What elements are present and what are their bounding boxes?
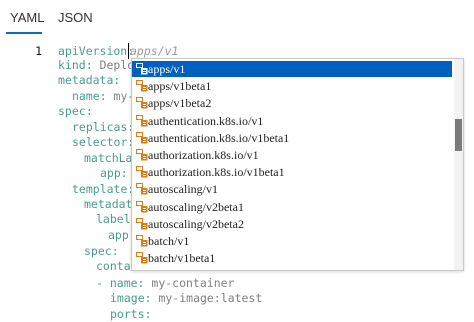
enum-member-icon	[136, 183, 148, 195]
format-tabs: YAML JSON	[0, 0, 474, 34]
code-line: spec:	[58, 104, 93, 118]
yaml-key: selector:	[72, 135, 135, 149]
suggestion-label: autoscaling/v2beta2	[148, 216, 244, 231]
enum-member-icon	[136, 235, 148, 247]
suggestion-item[interactable]: batch/v1beta1	[132, 250, 452, 266]
code-line: spec:	[84, 244, 119, 258]
yaml-key: apiVersion:	[58, 44, 135, 58]
yaml-key: kind:	[58, 58, 93, 72]
inline-suggestion-text: apps/v1	[130, 44, 179, 58]
suggestion-label: batch/v1	[148, 234, 190, 248]
yaml-key: name:	[72, 89, 107, 103]
code-editor[interactable]: 1 apiVersion: kind: Deploy metadata: name: …	[0, 34, 474, 322]
suggestion-item[interactable]: authorization.k8s.io/v1beta1	[132, 164, 452, 180]
suggestion-item[interactable]: autoscaling/v2beta1	[132, 199, 452, 215]
enum-member-icon	[136, 217, 148, 230]
tab-yaml[interactable]: YAML	[10, 10, 44, 25]
enum-member-icon	[136, 200, 148, 213]
yaml-key: image:	[110, 291, 152, 305]
suggestion-label: apps/v1beta2	[148, 96, 212, 111]
suggestion-label: authentication.k8s.io/v1beta1	[148, 130, 290, 145]
suggestion-item[interactable]: apps/v1	[132, 61, 452, 77]
suggestion-label: batch/v1beta1	[148, 251, 216, 266]
suggestion-item[interactable]: batch/v1	[132, 233, 452, 249]
code-line: metadata:	[58, 73, 120, 87]
suggestion-label: apps/v1	[148, 62, 186, 76]
suggestion-label: authorization.k8s.io/v1beta1	[148, 165, 285, 180]
suggestion-item[interactable]: authentication.k8s.io/v1beta1	[132, 130, 452, 146]
suggestion-item[interactable]: authorization.k8s.io/v1	[132, 147, 452, 163]
text-cursor	[128, 43, 129, 59]
enum-member-icon	[136, 97, 148, 109]
enum-member-icon	[136, 166, 148, 178]
yaml-value: my-container	[144, 276, 235, 290]
code-line: - name: my-container	[96, 276, 234, 290]
code-line: kind: Deploy	[58, 58, 141, 72]
code-line: ports:	[110, 307, 152, 321]
code-line: apiVersion:	[58, 44, 134, 58]
suggestion-label: authentication.k8s.io/v1	[148, 113, 264, 128]
yaml-key: metadata:	[58, 73, 121, 87]
yaml-key: replicas:	[72, 120, 135, 134]
yaml-key: spec:	[58, 104, 93, 118]
enum-member-icon	[136, 63, 148, 75]
suggestion-label: authorization.k8s.io/v1	[148, 148, 259, 162]
suggestion-label: autoscaling/v1	[148, 182, 218, 197]
code-line: template:	[72, 182, 134, 196]
yaml-key: template:	[72, 182, 135, 196]
suggestion-item[interactable]: apps/v1beta1	[132, 78, 452, 94]
enum-member-icon	[136, 252, 148, 264]
code-line: replicas:	[72, 120, 134, 134]
yaml-key: - name:	[96, 276, 145, 290]
suggestion-item[interactable]: autoscaling/v2beta2	[132, 216, 452, 232]
scrollbar-thumb[interactable]	[455, 119, 462, 151]
code-line: image: my-image:latest	[110, 291, 262, 305]
enum-member-icon	[136, 149, 148, 161]
code-line: selector:	[72, 135, 134, 149]
enum-member-icon	[136, 80, 148, 92]
line-number: 1	[35, 44, 42, 58]
suggestion-item[interactable]: authentication.k8s.io/v1	[132, 113, 452, 129]
enum-member-icon	[136, 131, 148, 144]
suggestion-item[interactable]: autoscaling/v1	[132, 181, 452, 197]
suggestion-widget[interactable]: apps/v1 apps/v1beta1 apps/v1beta2 authentic…	[131, 58, 464, 271]
enum-member-icon	[136, 114, 148, 127]
suggestion-item[interactable]: apps/v1beta2	[132, 95, 452, 111]
tab-json[interactable]: JSON	[58, 10, 93, 25]
suggestion-scrollbar[interactable]	[454, 59, 463, 270]
suggestion-label: autoscaling/v2beta1	[148, 199, 244, 214]
suggestion-label: apps/v1beta1	[148, 79, 212, 94]
yaml-key: spec:	[84, 244, 119, 258]
yaml-key: app:	[100, 166, 128, 180]
yaml-key: ports:	[110, 307, 152, 321]
yaml-value: my-image:latest	[151, 291, 263, 305]
